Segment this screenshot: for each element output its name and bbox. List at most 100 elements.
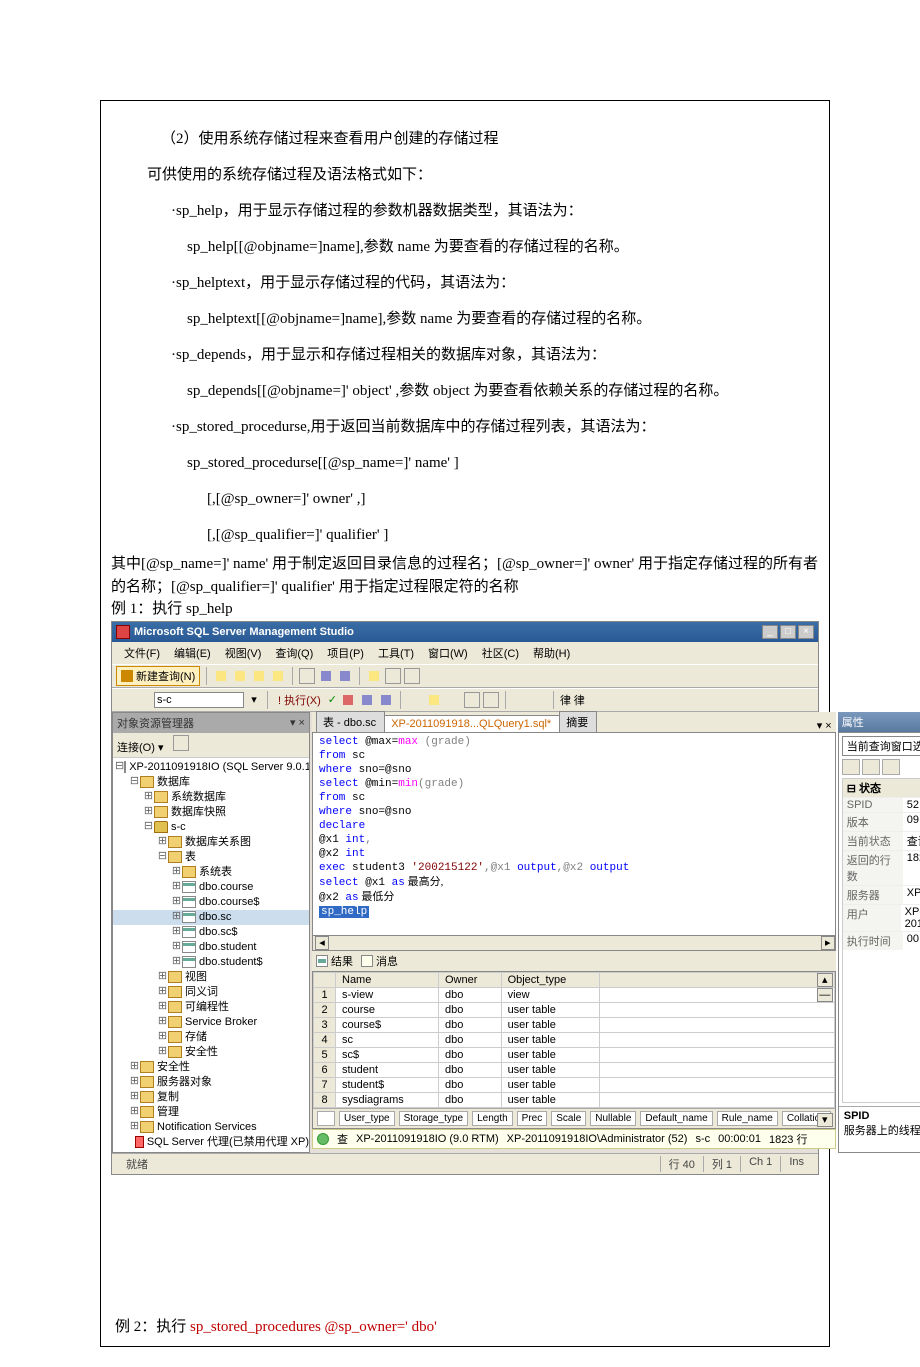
object-explorer-title: 对象资源管理器▾ × [113,713,309,733]
page-frame: （2）使用系统存储过程来查看用户创建的存储过程 可供使用的系统存储过程及语法格式… [100,100,830,1347]
change-conn-icon[interactable] [135,692,151,708]
tree-serverobjects[interactable]: 服务器对象 [157,1075,212,1090]
grid-header-owner[interactable]: Owner [439,972,502,987]
close-button[interactable]: × [798,625,814,639]
tab-table[interactable]: 表 - dbo.sc [316,711,385,732]
menu-edit[interactable]: 编辑(E) [168,644,217,662]
db-icon-button[interactable] [251,668,267,684]
grid-scroll-line[interactable]: — [817,988,833,1002]
tree-replication[interactable]: 复制 [157,1090,179,1105]
results-text-button[interactable] [445,692,461,708]
titlebar[interactable]: Microsoft SQL Server Management Studio _… [112,622,818,642]
tool-button[interactable] [426,692,442,708]
props-button[interactable] [385,668,401,684]
prop-page-button[interactable] [882,759,900,775]
doc-b4b: sp_stored_procedurse[[@sp_name=]' name' … [111,445,819,481]
tree-security[interactable]: 安全性 [185,1045,218,1060]
minimize-button[interactable]: _ [762,625,778,639]
menu-project[interactable]: 项目(P) [321,644,370,662]
new-query-button[interactable]: 新建查询(N) [116,666,200,686]
prop-cat-button[interactable] [842,759,860,775]
tree-views[interactable]: 视图 [185,970,207,985]
tree-systables[interactable]: 系统表 [199,865,232,880]
save-button[interactable] [318,668,334,684]
tree-table-studentS[interactable]: dbo.student$ [199,955,263,970]
menu-window[interactable]: 窗口(W) [422,644,474,662]
result-tabs: 结果 消息 [312,951,836,971]
filter-icon[interactable] [173,735,189,751]
doc-b4a: ·sp_stored_procedurse,用于返回当前数据库中的存储过程列表，… [111,409,819,445]
db-icon-button[interactable] [213,668,229,684]
tab-query[interactable]: XP-2011091918...QLQuery1.sql* [384,715,560,732]
tab-dropdown[interactable]: ▾ × [813,719,836,732]
refresh-icon[interactable] [192,735,208,751]
db-icon-button[interactable] [270,668,286,684]
tree-table-courseS[interactable]: dbo.course$ [199,895,260,910]
grid-header-type[interactable]: Object_type [501,972,600,987]
open-button[interactable] [299,668,315,684]
tree-table-course[interactable]: dbo.course [199,880,253,895]
tool-button[interactable] [407,692,423,708]
grid-scroll-up[interactable]: ▴ [817,973,833,987]
plan-button[interactable] [378,692,394,708]
stop-button[interactable] [340,692,356,708]
success-icon [317,1133,329,1145]
tree-table-student[interactable]: dbo.student [199,940,257,955]
tree-table-scS[interactable]: dbo.sc$ [199,925,238,940]
menu-help[interactable]: 帮助(H) [527,644,576,662]
db-icon-button[interactable] [232,668,248,684]
prop-alpha-button[interactable] [862,759,880,775]
tab-messages[interactable]: 消息 [361,953,398,969]
connect-row[interactable]: 连接(O) ▾ [113,733,309,758]
maximize-button[interactable]: □ [780,625,796,639]
menu-file[interactable]: 文件(F) [118,644,166,662]
grid-header-name[interactable]: Name [336,972,439,987]
menu-query[interactable]: 查询(Q) [269,644,319,662]
tree-security2[interactable]: 安全性 [157,1060,190,1075]
execute-button[interactable]: ! 执行(X) [274,692,325,708]
results-grid-button[interactable] [464,692,480,708]
tree-snapshots[interactable]: 数据库快照 [171,805,226,820]
object-explorer: 对象资源管理器▾ × 连接(O) ▾ ⊟XP-2011091918IO (SQL… [112,712,310,1153]
grid-scroll-down[interactable]: ▾ [817,1113,833,1127]
tree-management[interactable]: 管理 [157,1105,179,1120]
tree-notifications[interactable]: Notification Services [157,1120,257,1135]
menu-tools[interactable]: 工具(T) [372,644,420,662]
saveall-button[interactable] [337,668,353,684]
tree-server[interactable]: XP-2011091918IO (SQL Server 9.0.1399 - X… [129,760,309,775]
tree-programmability[interactable]: 可编程性 [185,1000,229,1015]
toolbar-sql: ▾ ! 执行(X) ✓ 律 律 [112,688,818,712]
database-combo[interactable] [154,692,244,708]
status-col: 列 1 [703,1156,740,1172]
parse-button[interactable] [359,692,375,708]
pane-pin-icon[interactable]: ▾ × [290,716,305,729]
uncomment-button[interactable] [531,692,547,708]
menu-view[interactable]: 视图(V) [219,644,268,662]
scroll-left-icon[interactable]: ◂ [315,936,329,950]
comment-button[interactable] [512,692,528,708]
properties-selector[interactable]: 当前查询窗口选项▾ [842,736,920,756]
menu-community[interactable]: 社区(C) [476,644,525,662]
tree-synonyms[interactable]: 同义词 [185,985,218,1000]
tree-tables[interactable]: 表 [185,850,196,865]
tool-button[interactable] [404,668,420,684]
tree-databases[interactable]: 数据库 [157,775,190,790]
tab-results[interactable]: 结果 [316,953,353,969]
tree-storage[interactable]: 存储 [185,1030,207,1045]
tab-summary[interactable]: 摘要 [559,711,597,732]
scroll-right-icon[interactable]: ▸ [821,936,835,950]
doc-b2b: sp_helptext[[@objname=]name],参数 name 为要查… [111,301,819,337]
properties-grid[interactable]: ⊟ 状态 SPID52 版本09.00.1399 当前状态查询已成功执行。 返回… [842,778,920,1103]
tree[interactable]: ⊟XP-2011091918IO (SQL Server 9.0.1399 - … [113,758,309,1152]
tree-table-sc[interactable]: dbo.sc [199,910,231,925]
tree-sysdb[interactable]: 系统数据库 [171,790,226,805]
tree-agent[interactable]: SQL Server 代理(已禁用代理 XP) [147,1135,309,1150]
results-file-button[interactable] [483,692,499,708]
list-button[interactable] [366,668,382,684]
connect-icon[interactable] [116,692,132,708]
tree-db-sc[interactable]: s-c [171,820,186,835]
sql-editor[interactable]: select @max=max (grade) from sc where sn… [312,732,836,936]
results-grid[interactable]: Name Owner Object_type 1s-viewdboview 2c… [312,971,836,1129]
tree-diagrams[interactable]: 数据库关系图 [185,835,251,850]
tree-servicebroker[interactable]: Service Broker [185,1015,257,1030]
